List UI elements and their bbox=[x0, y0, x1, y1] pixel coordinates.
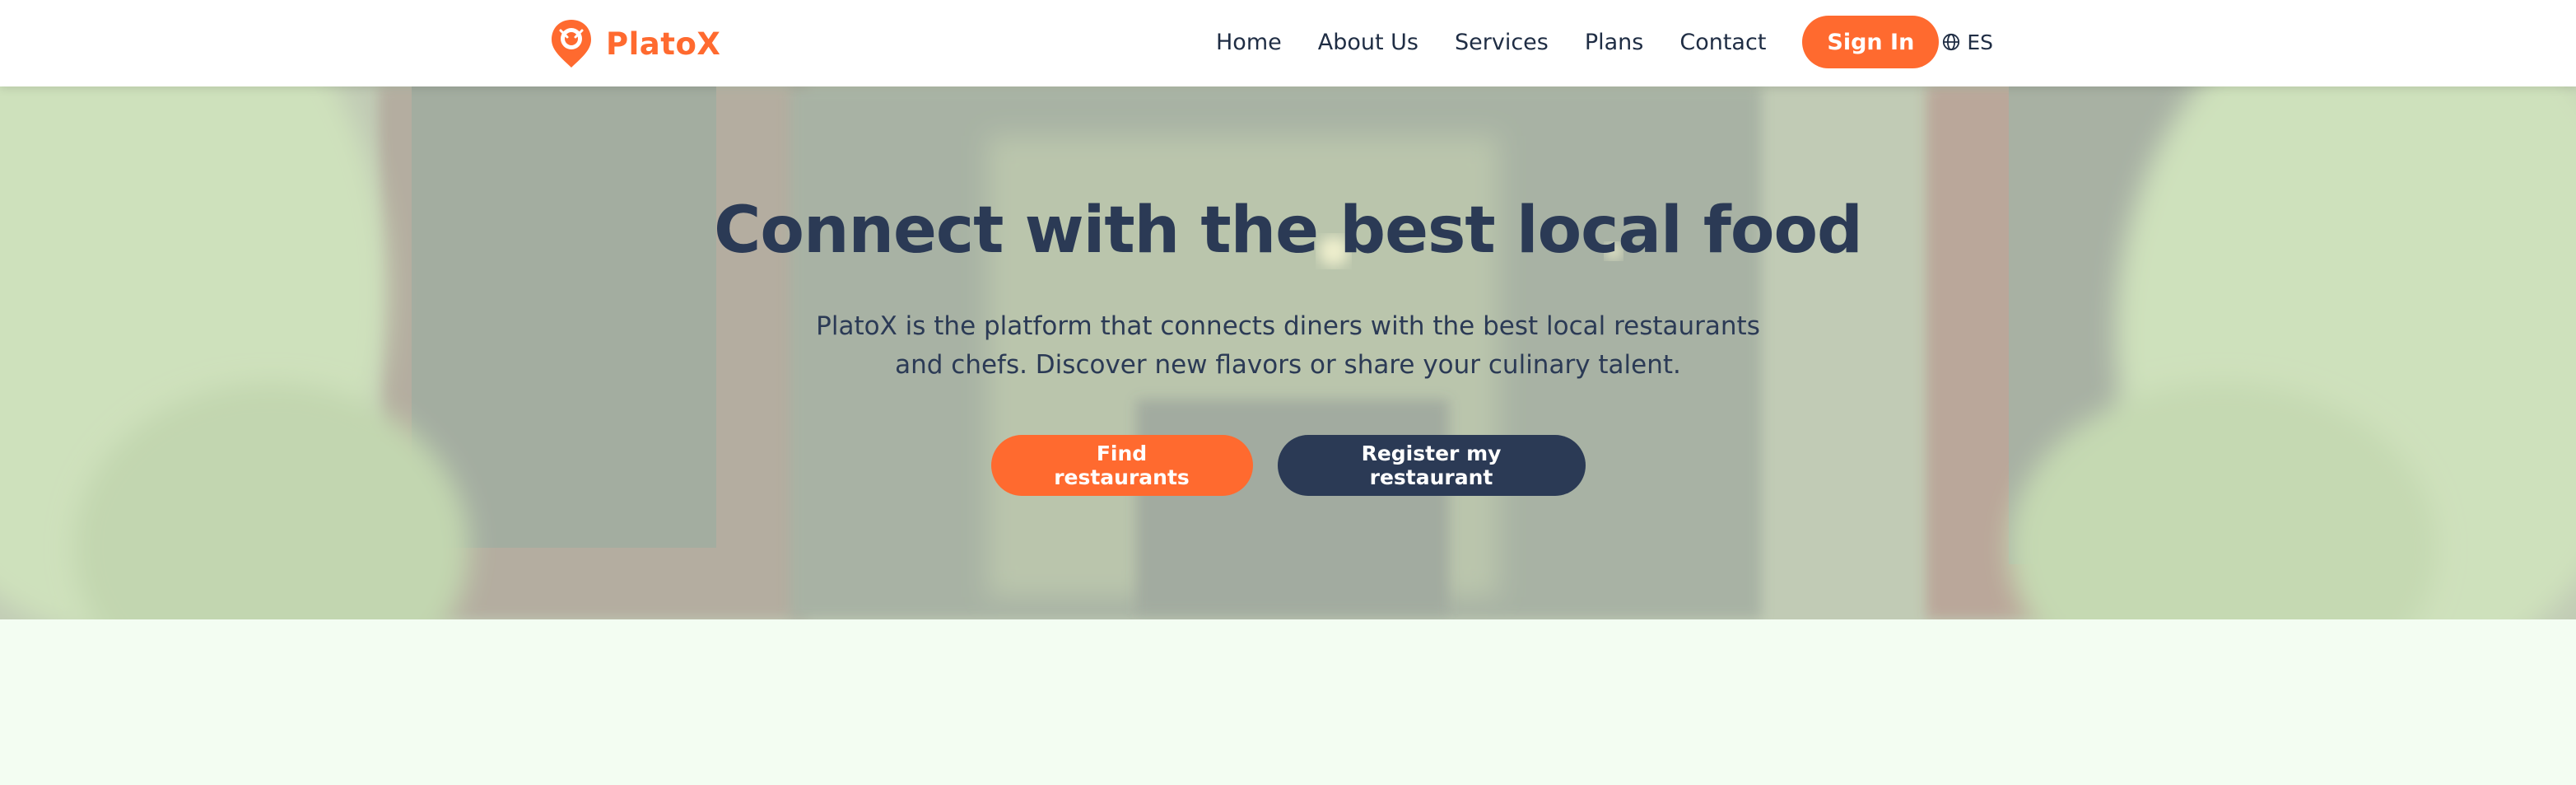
language-label: ES bbox=[1967, 30, 1993, 54]
hero-actions: Find restaurants Register my restaurant bbox=[0, 435, 2576, 496]
nav-link-about-us[interactable]: About Us bbox=[1318, 30, 1418, 55]
navbar: PlatoX Home About Us Services Plans Cont… bbox=[0, 0, 2576, 86]
brand-name: PlatoX bbox=[606, 26, 721, 62]
main-nav: Home About Us Services Plans Contact Sig… bbox=[1216, 15, 1993, 69]
sign-in-button[interactable]: Sign In bbox=[1802, 16, 1940, 68]
language-switcher[interactable]: ES bbox=[1942, 30, 1993, 54]
hero-title: Connect with the best local food bbox=[714, 194, 1863, 268]
location-pin-plate-icon bbox=[552, 20, 591, 68]
nav-link-plans[interactable]: Plans bbox=[1585, 30, 1644, 55]
globe-icon bbox=[1943, 33, 1960, 51]
hero-section: Connect with the best local food PlatoX … bbox=[0, 86, 2576, 619]
hero-subtitle: PlatoX is the platform that connects din… bbox=[816, 311, 1760, 380]
brand-logo-link[interactable]: PlatoX bbox=[550, 18, 720, 69]
find-restaurants-button[interactable]: Find restaurants bbox=[990, 435, 1253, 496]
nav-link-home[interactable]: Home bbox=[1216, 30, 1282, 55]
page-body-section bbox=[0, 619, 2576, 785]
hero-content: Connect with the best local food PlatoX … bbox=[0, 86, 2576, 619]
nav-link-services[interactable]: Services bbox=[1455, 30, 1549, 55]
nav-link-contact[interactable]: Contact bbox=[1679, 30, 1766, 55]
register-restaurant-button[interactable]: Register my restaurant bbox=[1277, 435, 1586, 496]
